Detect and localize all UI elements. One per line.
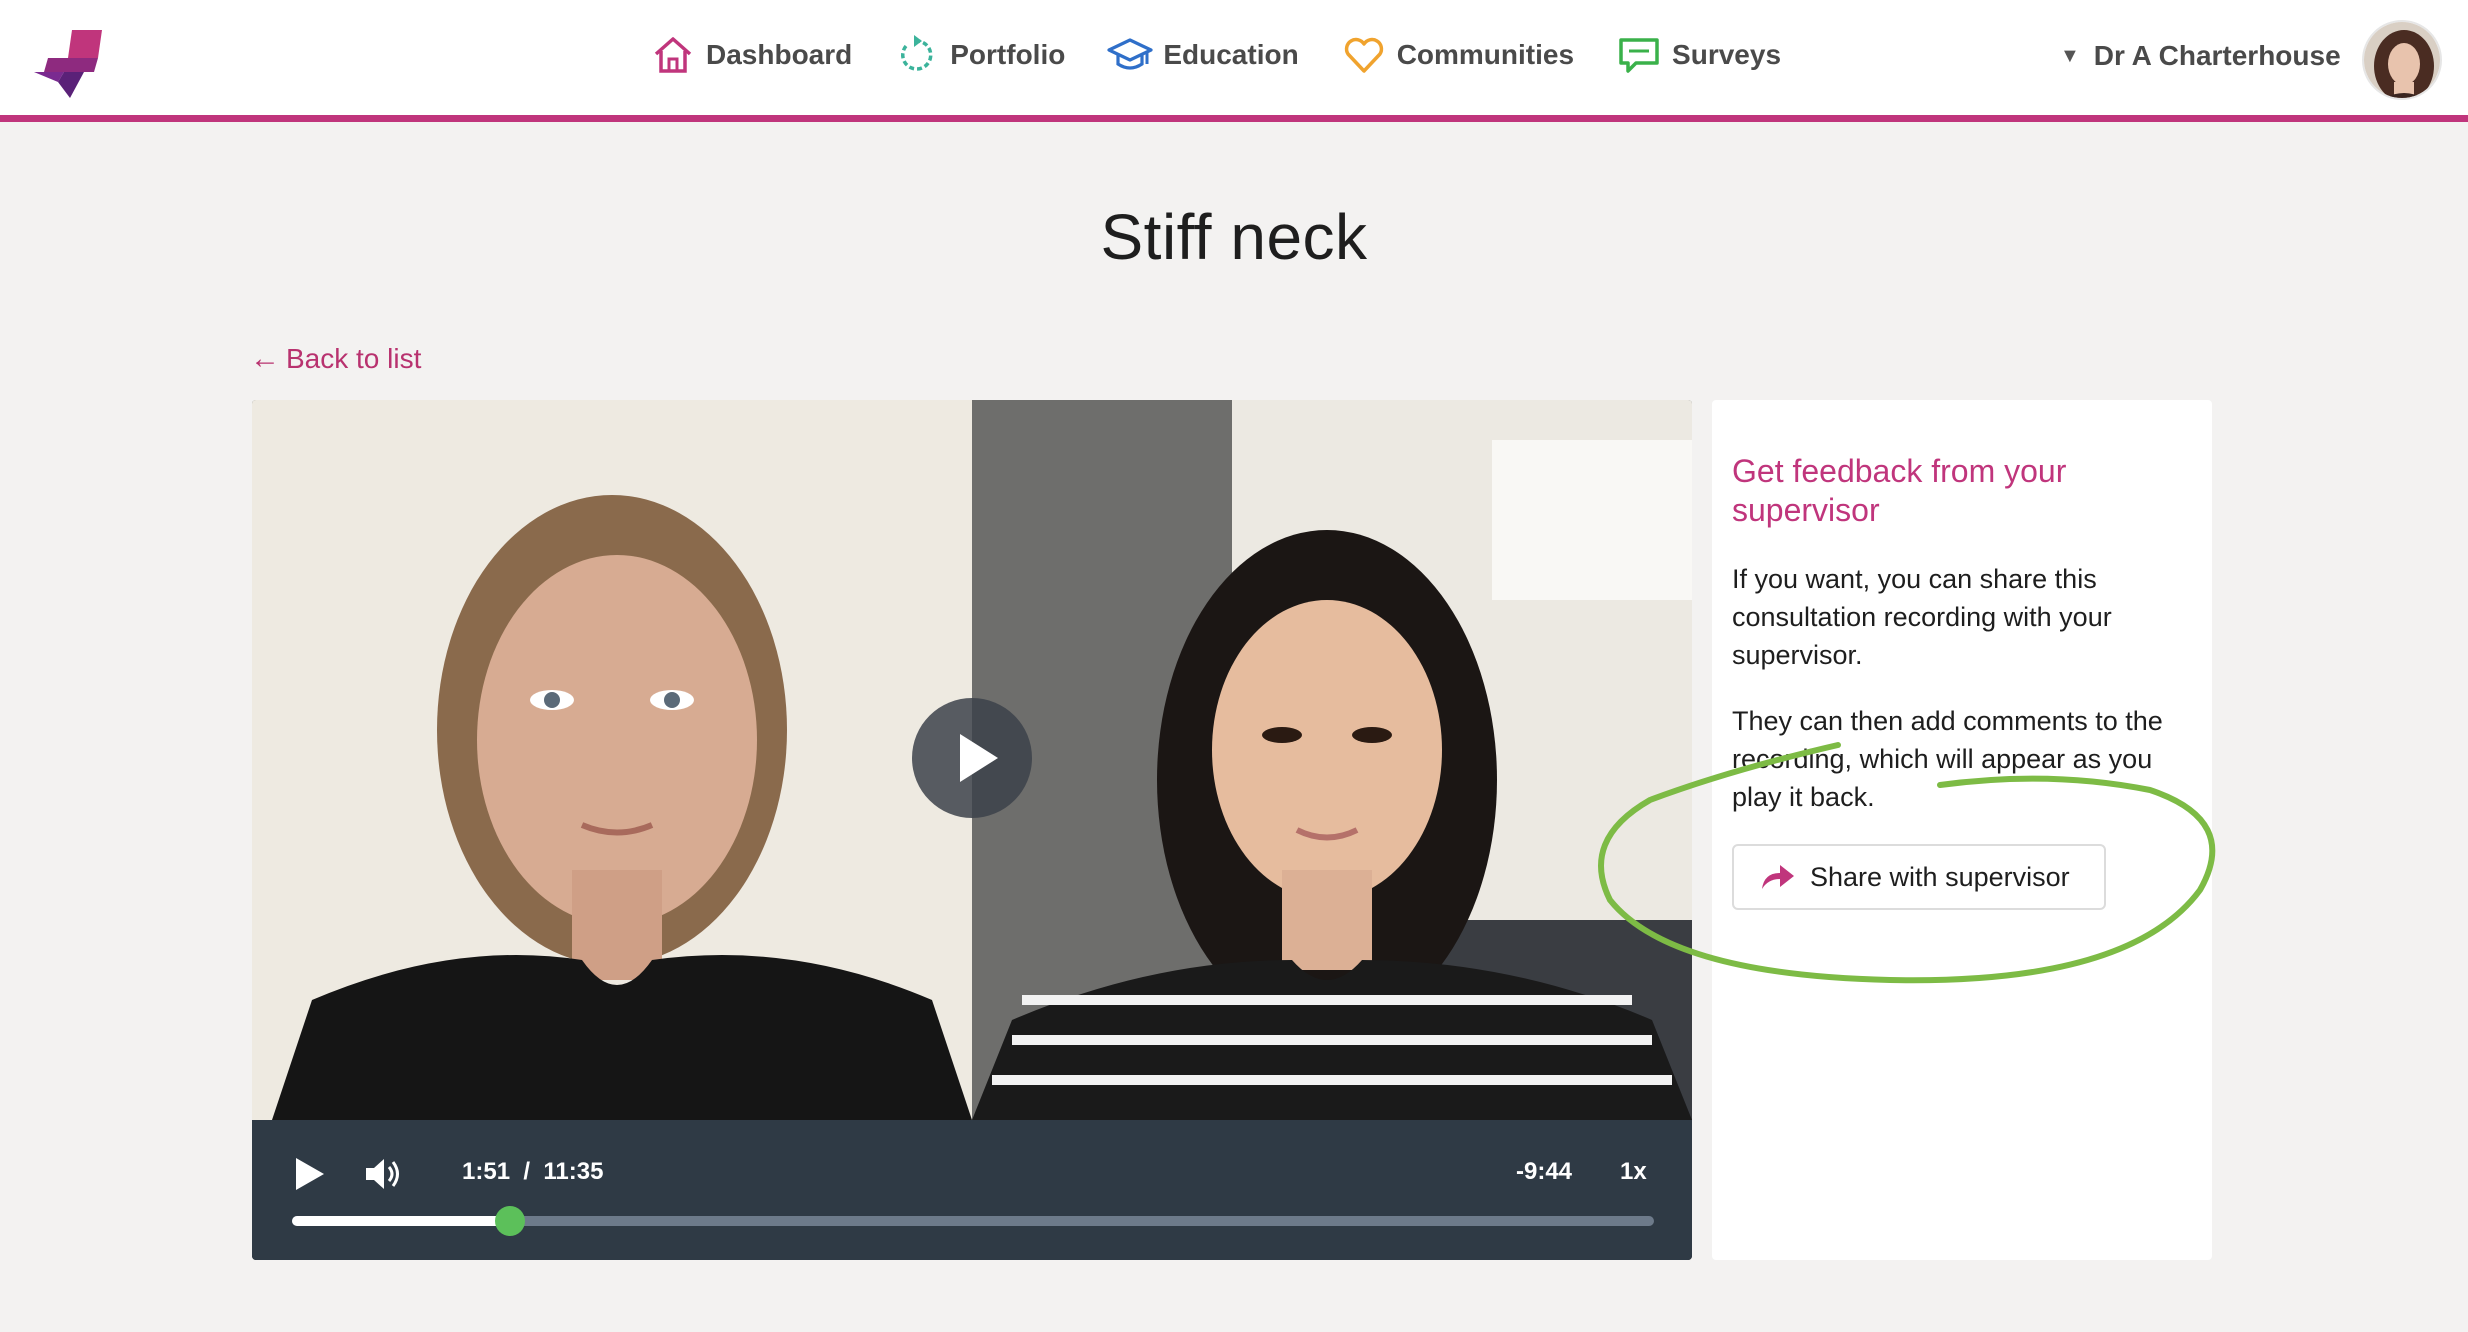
feedback-panel: Get feedback from your supervisor If you… xyxy=(1712,400,2212,1260)
volume-icon[interactable] xyxy=(364,1156,404,1192)
feedback-paragraph-2: They can then add comments to the record… xyxy=(1732,706,2163,812)
user-menu[interactable]: ▼ Dr A Charterhouse xyxy=(2060,40,2341,72)
nav-education-label: Education xyxy=(1163,39,1299,70)
home-icon xyxy=(654,37,692,73)
back-to-list-label: Back to list xyxy=(286,343,422,374)
current-time: 1:51 xyxy=(462,1158,511,1185)
nav-education[interactable]: Education xyxy=(1107,32,1299,78)
big-play-button[interactable] xyxy=(912,698,1032,818)
remaining-time: -9:44 xyxy=(1516,1158,1573,1185)
progress-fill xyxy=(292,1216,510,1226)
duration: 11:35 xyxy=(543,1158,604,1185)
share-with-supervisor-button[interactable]: Share with supervisor xyxy=(1732,844,2106,910)
nav-dashboard-label: Dashboard xyxy=(706,39,853,70)
nav-communities[interactable]: Communities xyxy=(1341,32,1574,78)
graduation-cap-icon xyxy=(1107,38,1153,70)
caret-down-icon: ▼ xyxy=(2060,44,2080,67)
user-name: Dr A Charterhouse xyxy=(2093,40,2341,71)
time-separator: / xyxy=(523,1158,531,1185)
nav-dashboard[interactable]: Dashboard xyxy=(650,32,852,78)
share-arrow-icon xyxy=(1762,865,1794,889)
chat-icon xyxy=(1619,38,1659,73)
share-with-supervisor-label: Share with supervisor xyxy=(1810,861,2070,892)
refresh-icon xyxy=(901,35,933,71)
feedback-panel-title: Get feedback from your supervisor xyxy=(1732,453,2067,528)
video-player[interactable]: 1:51 / 11:35 -9:44 1x xyxy=(252,400,1692,1260)
arrow-left-icon: ← xyxy=(250,342,280,375)
time-display: 1:51 / 11:35 xyxy=(462,1158,603,1186)
nav-surveys-label: Surveys xyxy=(1672,39,1782,70)
nav-portfolio-label: Portfolio xyxy=(950,39,1066,70)
avatar[interactable] xyxy=(2362,20,2442,100)
play-icon[interactable] xyxy=(292,1156,326,1192)
playback-speed[interactable]: 1x xyxy=(1620,1158,1647,1186)
main-nav: Dashboard Portfolio Education Communitie… xyxy=(650,32,1823,78)
nav-portfolio[interactable]: Portfolio xyxy=(894,32,1065,78)
back-to-list-link[interactable]: ← Back to list xyxy=(250,342,421,376)
feedback-paragraph-1: If you want, you can share this consulta… xyxy=(1732,564,2112,670)
app-logo[interactable] xyxy=(34,28,104,100)
page-title: Stiff neck xyxy=(1100,201,1368,273)
progress-track[interactable] xyxy=(292,1206,1654,1236)
progress-thumb[interactable] xyxy=(494,1206,525,1236)
top-navigation-bar: Dashboard Portfolio Education Communitie… xyxy=(0,0,2468,122)
player-controls: 1:51 / 11:35 -9:44 1x xyxy=(252,1120,1692,1260)
heart-icon xyxy=(1344,37,1383,73)
nav-surveys[interactable]: Surveys xyxy=(1616,32,1781,78)
nav-communities-label: Communities xyxy=(1396,39,1575,70)
